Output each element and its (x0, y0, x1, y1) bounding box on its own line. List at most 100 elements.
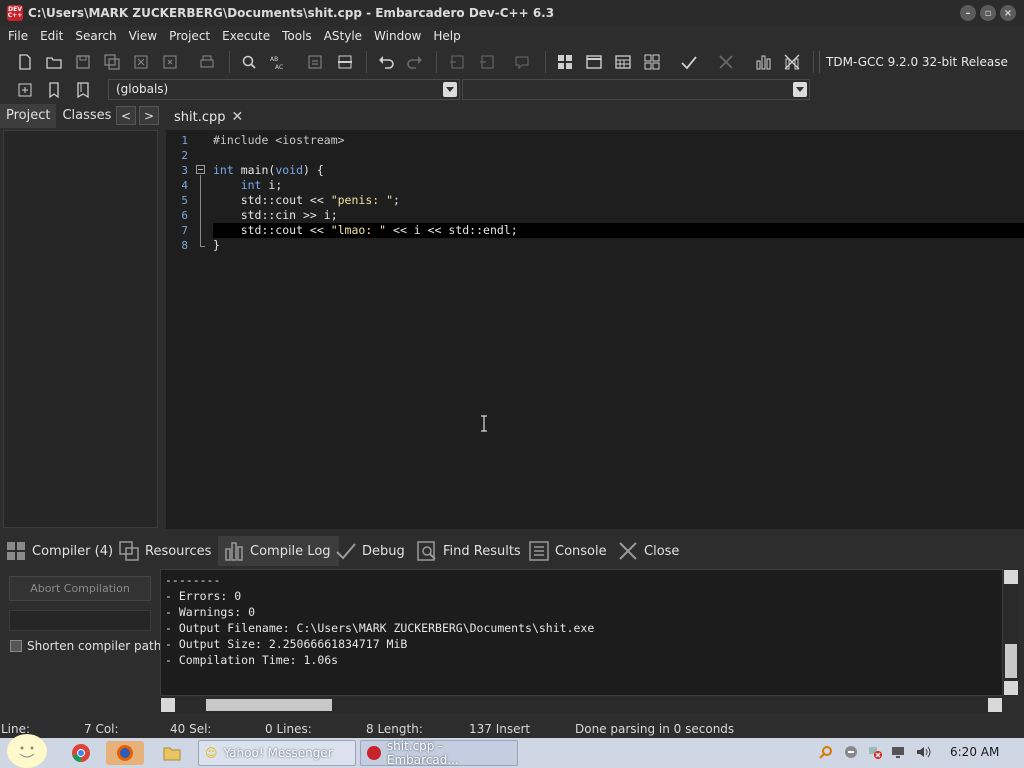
taskbar-task-label: Yahoo! Messenger (223, 746, 333, 760)
stop-execution-icon[interactable] (715, 51, 737, 73)
project-tree[interactable] (3, 130, 158, 528)
status-line-value: 7 Col: (84, 722, 119, 736)
explorer-taskbar-icon[interactable] (153, 741, 191, 765)
compiler-selector[interactable]: TDM-GCC 9.2.0 32-bit Release (819, 51, 1019, 73)
profile-chart-icon[interactable] (752, 51, 774, 73)
compile-check-icon[interactable] (678, 51, 700, 73)
tab-classes[interactable]: Classes (56, 104, 117, 128)
scope-combobox[interactable]: (globals) (108, 79, 460, 100)
taskbar-clock[interactable]: 6:20 AM (950, 745, 999, 759)
maximize-button[interactable]: ▫ (980, 5, 996, 21)
scroll-left-icon[interactable] (161, 698, 175, 712)
tab-console[interactable]: Console (523, 536, 607, 566)
network-error-icon[interactable] (867, 744, 883, 760)
line-number: 5 (181, 194, 188, 207)
next-tab-button[interactable]: > (139, 106, 159, 125)
taskbar-task-label: shit.cpp - Embarcad... (386, 739, 459, 767)
toolbar-separator (813, 51, 814, 73)
line-number: 2 (181, 149, 188, 162)
window-icon[interactable] (583, 51, 605, 73)
print-icon[interactable] (196, 51, 218, 73)
tab-compile-log[interactable]: Compile Log (218, 536, 339, 566)
shorten-path-label: Shorten compiler path (27, 639, 162, 653)
tab-resources[interactable]: Resources (113, 536, 211, 566)
unindent-icon[interactable] (476, 51, 498, 73)
taskbar-devcpp[interactable]: shit.cpp - Embarcad... (360, 739, 518, 767)
bookmark-icon[interactable] (43, 79, 65, 101)
log-vertical-thumb[interactable] (1005, 644, 1017, 678)
fold-toggle-icon[interactable] (196, 165, 205, 174)
open-file-icon[interactable] (43, 51, 65, 73)
delete-profile-icon[interactable] (781, 51, 803, 73)
menu-tools[interactable]: Tools (276, 26, 318, 47)
chrome-taskbar-icon[interactable] (62, 741, 100, 765)
menu-window[interactable]: Window (368, 26, 427, 47)
tab-project[interactable]: Project (0, 104, 57, 128)
close-icon[interactable]: ✕ (232, 109, 244, 125)
menu-bar: File Edit Search View Project Execute To… (0, 26, 1024, 47)
scroll-down-icon[interactable] (1004, 681, 1018, 695)
tab-debug[interactable]: Debug (330, 536, 405, 566)
redo-icon[interactable] (404, 51, 426, 73)
menu-file[interactable]: File (2, 26, 34, 47)
start-button[interactable] (7, 734, 47, 768)
toggle-bookmark-icon[interactable] (334, 51, 356, 73)
line-gutter: 1 2 3 4 5 6 7 8 (166, 130, 194, 529)
prev-tab-button[interactable]: < (116, 106, 136, 125)
firefox-taskbar-icon[interactable] (106, 741, 144, 765)
menu-help[interactable]: Help (427, 26, 466, 47)
menu-search[interactable]: Search (69, 26, 122, 47)
minimize-button[interactable]: – (960, 5, 976, 21)
tab-label: Close (644, 543, 680, 559)
insert-icon[interactable] (14, 79, 36, 101)
code-line-1: #include <iostream> (213, 133, 345, 147)
shorten-path-checkbox[interactable] (10, 640, 22, 652)
compile-progress-bar (9, 610, 151, 631)
tab-shit-cpp[interactable]: shit.cpp ✕ (166, 104, 252, 130)
indent-icon[interactable] (446, 51, 468, 73)
monitor-icon[interactable] (891, 744, 907, 760)
shorten-path-option[interactable]: Shorten compiler path (10, 639, 161, 653)
goto-line-icon[interactable] (304, 51, 326, 73)
find-icon[interactable] (238, 51, 260, 73)
code-editor[interactable]: 1 2 3 4 5 6 7 8 #include <iostream> int … (166, 130, 1024, 529)
compile-log-output[interactable]: -------- - Errors: 0 - Warnings: 0 - Out… (160, 569, 1003, 696)
close-file-icon[interactable] (130, 51, 152, 73)
taskbar-yahoo-messenger[interactable]: ☺ Yahoo! Messenger (198, 740, 356, 766)
calendar-grid-icon[interactable] (612, 51, 634, 73)
tab-find-results[interactable]: Find Results (411, 536, 521, 566)
tab-compiler[interactable]: Compiler (4) (0, 536, 113, 566)
save-icon[interactable] (72, 51, 94, 73)
tray-minus-icon[interactable] (843, 744, 859, 760)
scroll-right-icon[interactable] (988, 698, 1002, 712)
log-line: - Errors: 0 (165, 589, 242, 603)
undo-icon[interactable] (375, 51, 397, 73)
menu-edit[interactable]: Edit (34, 26, 69, 47)
goto-bookmark-icon[interactable] (72, 79, 94, 101)
comment-icon[interactable] (511, 51, 533, 73)
code-line-8: } (213, 238, 220, 252)
menu-view[interactable]: View (123, 26, 163, 47)
function-combobox[interactable] (462, 79, 810, 100)
tab-close-panel[interactable]: Close (612, 536, 679, 566)
tiles-icon[interactable] (641, 51, 663, 73)
abort-compilation-button[interactable]: Abort Compilation (9, 576, 151, 601)
scroll-up-icon[interactable] (1004, 570, 1018, 584)
chevron-down-icon[interactable] (443, 82, 457, 97)
new-project-icon[interactable] (554, 51, 576, 73)
save-all-icon[interactable] (101, 51, 123, 73)
resources-icon (119, 541, 139, 561)
search-icon[interactable] (818, 744, 834, 760)
close-window-button[interactable]: × (1000, 5, 1016, 21)
code-line-4: int i; (240, 178, 283, 192)
menu-astyle[interactable]: AStyle (318, 26, 368, 47)
replace-icon[interactable]: AB AC (267, 51, 289, 73)
menu-project[interactable]: Project (163, 26, 216, 47)
status-bar: Line: 7 Col: 40 Sel: 0 Lines: 8 Length: … (0, 721, 1024, 738)
menu-execute[interactable]: Execute (216, 26, 276, 47)
log-horizontal-thumb[interactable] (206, 699, 332, 711)
new-file-icon[interactable] (14, 51, 36, 73)
close-all-icon[interactable] (159, 51, 181, 73)
volume-icon[interactable] (915, 744, 931, 760)
chevron-down-icon[interactable] (793, 82, 807, 97)
